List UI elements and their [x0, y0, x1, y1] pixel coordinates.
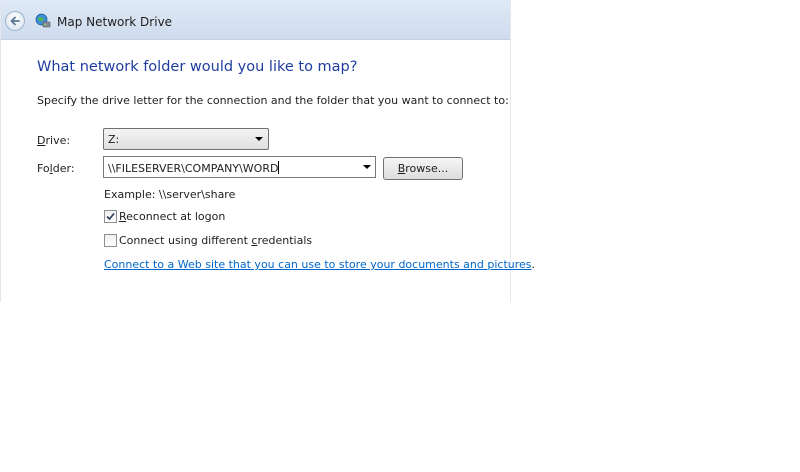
chevron-down-icon: [255, 137, 263, 141]
web-site-link-row: Connect to a Web site that you can use t…: [104, 258, 535, 271]
credentials-checkbox[interactable]: [104, 234, 117, 247]
drive-letter-value: Z:: [108, 133, 120, 146]
page-heading: What network folder would you like to ma…: [37, 59, 358, 75]
folder-path-value: \\FILESERVER\COMPANY\WORD: [108, 161, 280, 175]
web-site-link[interactable]: Connect to a Web site that you can use t…: [104, 258, 532, 271]
instruction-text: Specify the drive letter for the connect…: [37, 94, 509, 107]
chevron-down-icon[interactable]: [363, 165, 371, 169]
drive-label: Drive:: [37, 134, 71, 147]
reconnect-label: Reconnect at logon: [119, 210, 226, 223]
back-arrow-icon: [10, 16, 20, 26]
network-drive-icon: [35, 13, 51, 28]
browse-button[interactable]: Browse...: [383, 157, 463, 180]
title-bar: Map Network Drive: [1, 0, 510, 40]
drive-letter-dropdown[interactable]: Z:: [103, 128, 269, 150]
checkmark-icon: [106, 212, 115, 221]
folder-path-input[interactable]: \\FILESERVER\COMPANY\WORD: [103, 156, 376, 178]
example-text: Example: \\server\share: [104, 188, 236, 201]
window-title: Map Network Drive: [57, 15, 173, 29]
folder-label: Folder:: [37, 162, 75, 175]
link-suffix: .: [531, 258, 536, 271]
reconnect-checkbox[interactable]: [104, 210, 117, 223]
map-network-drive-dialog: Map Network Drive What network folder wo…: [0, 0, 535, 302]
back-button[interactable]: [5, 11, 25, 31]
credentials-label: Connect using different credentials: [119, 234, 313, 247]
